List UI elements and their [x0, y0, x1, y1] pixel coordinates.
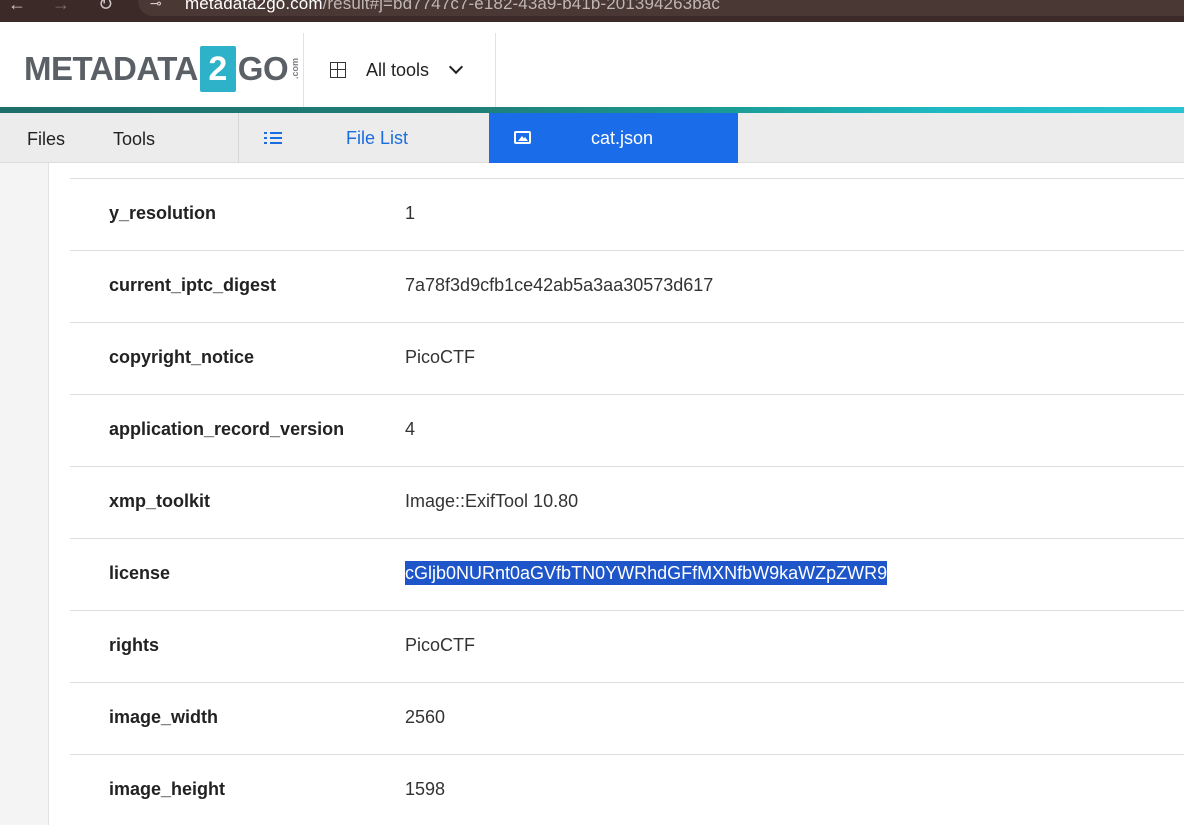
metadata-table: y_resolution 1 current_iptc_digest 7a78f… [70, 178, 1184, 826]
metadata-key: image_width [109, 707, 219, 727]
grid-icon [330, 62, 346, 78]
table-row: y_resolution 1 [70, 178, 1184, 250]
all-tools-dropdown[interactable]: All tools [304, 33, 496, 107]
logo-badge: 2 [199, 46, 236, 92]
address-bar-url[interactable]: metadata2go.com/result#j=bd7747c7-e182-4… [185, 0, 720, 14]
metadata-value: 4 [405, 419, 416, 439]
logo-text-left: METADATA [24, 50, 198, 87]
table-row: copyright_notice PicoCTF [70, 322, 1184, 394]
metadata-key: rights [109, 635, 160, 655]
tab-file-list[interactable]: File List [239, 113, 489, 163]
logo-com: .com [290, 58, 301, 80]
all-tools-label: All tools [366, 59, 430, 80]
metadata-value: 7a78f3d9cfb1ce42ab5a3aa30573d617 [405, 275, 714, 295]
metadata-value: 2560 [405, 707, 446, 727]
tab-active-file[interactable]: cat.json [489, 113, 738, 163]
site-info-icon[interactable]: ⊸ [150, 0, 162, 12]
table-row: image_height 1598 [70, 754, 1184, 826]
tab-tools[interactable]: Tools [113, 113, 155, 163]
selected-text[interactable]: cGljb0NURnt0aGVfbTN0YWRhdGFfMXNfbW9kaWZp… [405, 561, 888, 585]
active-file-label: cat.json [591, 128, 654, 148]
back-arrow-icon[interactable]: ← [8, 0, 26, 14]
metadata-key: copyright_notice [109, 347, 255, 367]
table-row: image_width 2560 [70, 682, 1184, 754]
url-path: /result#j=bd7747c7-e182-43a9-b41b-201394… [322, 0, 720, 13]
image-icon [514, 131, 531, 144]
list-icon [264, 132, 282, 145]
metadata-key: application_record_version [109, 419, 345, 439]
table-row: license cGljb0NURnt0aGVfbTN0YWRhdGFfMXNf… [70, 538, 1184, 610]
browser-toolbar: ← → ↻ ⊸ metadata2go.com/result#j=bd7747c… [0, 0, 1184, 22]
chevron-down-icon [448, 59, 464, 75]
metadata-value: 1 [405, 203, 416, 223]
reload-icon[interactable]: ↻ [98, 0, 113, 14]
metadata-key: current_iptc_digest [109, 275, 277, 295]
table-row: rights PicoCTF [70, 610, 1184, 682]
app-header: METADATA 2 GO .com All tools [0, 33, 1184, 107]
metadata-key: xmp_toolkit [109, 491, 211, 511]
table-row: application_record_version 4 [70, 394, 1184, 466]
table-row: xmp_toolkit Image::ExifTool 10.80 [70, 466, 1184, 538]
table-row: current_iptc_digest 7a78f3d9cfb1ce42ab5a… [70, 250, 1184, 322]
metadata-key: image_height [109, 779, 226, 799]
tab-files[interactable]: Files [27, 113, 65, 163]
metadata-value-selected[interactable]: cGljb0NURnt0aGVfbTN0YWRhdGFfMXNfbW9kaWZp… [405, 539, 888, 607]
metadata-value: PicoCTF [405, 635, 476, 655]
metadata-value: 1598 [405, 779, 446, 799]
metadata-key: license [109, 563, 171, 583]
metadata-value: PicoCTF [405, 347, 476, 367]
tab-bar: Files Tools File List cat.json [0, 113, 1184, 163]
forward-arrow-icon[interactable]: → [52, 0, 70, 14]
logo-text-right: GO [237, 50, 289, 87]
file-list-label: File List [346, 128, 409, 148]
header-divider [495, 33, 496, 107]
url-host: metadata2go.com [185, 0, 323, 13]
metadata2go-logo[interactable]: METADATA 2 GO .com [24, 46, 300, 92]
metadata-key: y_resolution [109, 203, 217, 223]
metadata-value: Image::ExifTool 10.80 [405, 491, 579, 511]
left-rail [0, 163, 49, 825]
